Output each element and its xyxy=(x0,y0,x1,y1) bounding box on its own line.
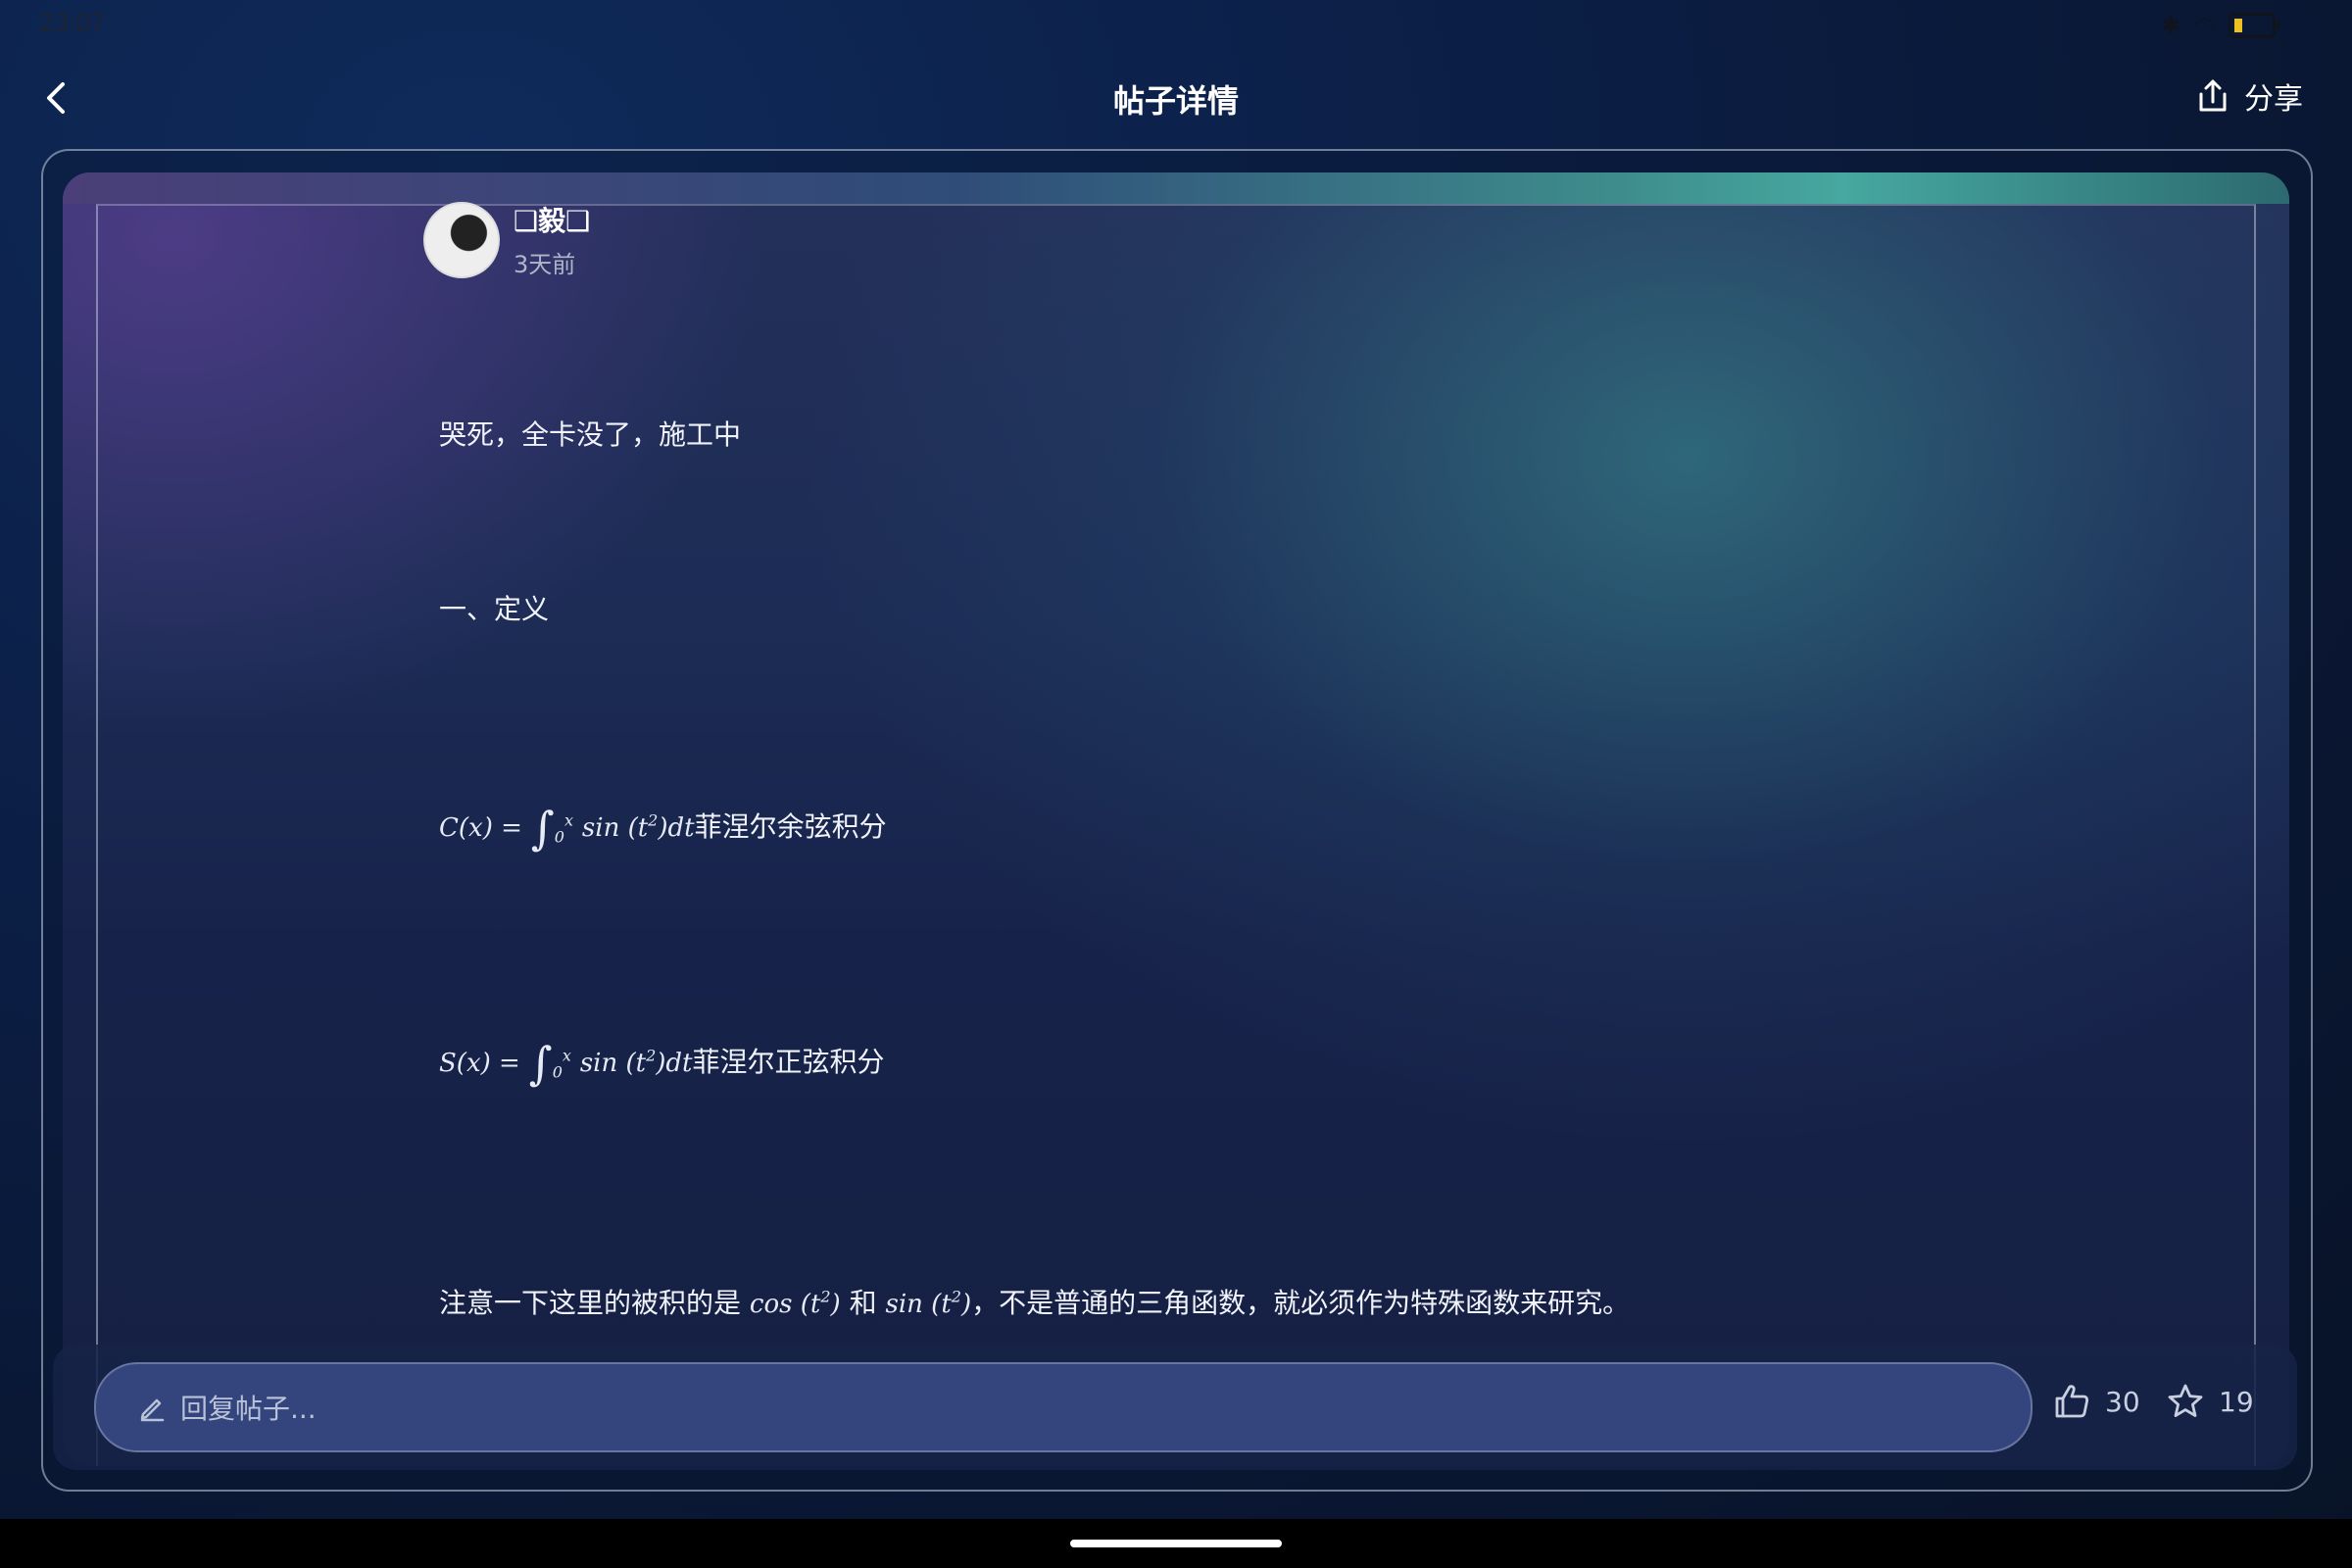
post-paragraph-intro: 哭死，全卡没了，施工中 xyxy=(439,418,742,451)
status-icons: ✱ ◠ xyxy=(2160,12,2280,39)
section-heading: 一、定义 xyxy=(439,593,550,625)
exponent: 2 xyxy=(646,1046,657,1065)
cos-exponent: 2 xyxy=(820,1287,831,1306)
sin-close: ) xyxy=(960,1290,972,1319)
formula-cosine: C(x) = ∫0x sin (t2)dt菲涅尔余弦积分 xyxy=(439,802,887,855)
integrand-close: )dt xyxy=(656,1049,693,1078)
avatar[interactable] xyxy=(423,201,500,278)
card-inner-border xyxy=(96,204,2256,1466)
sin-exponent: 2 xyxy=(951,1287,961,1306)
page-title: 帖子详情 xyxy=(1112,82,1239,120)
formula-c-lhs: C(x) = xyxy=(439,813,522,843)
thumbs-up-icon xyxy=(2055,1385,2089,1418)
home-indicator[interactable] xyxy=(1070,1540,1282,1547)
top-bar: 帖子详情 分享 xyxy=(0,61,2352,135)
sin-term: sin (t xyxy=(885,1290,952,1319)
favorite-button[interactable]: 19 xyxy=(2166,1382,2254,1421)
wifi-icon: ◠ xyxy=(2194,12,2215,39)
author-name[interactable]: ❑毅❑ xyxy=(514,200,590,239)
reply-input[interactable]: 回复帖子... xyxy=(94,1362,2033,1452)
status-time: 23:07 xyxy=(39,8,106,37)
post-card xyxy=(63,172,2289,1466)
like-button[interactable]: 30 xyxy=(2052,1382,2140,1421)
share-upload-icon xyxy=(2199,79,2227,112)
integral-sign: ∫ xyxy=(530,802,555,855)
formula-c-label: 菲涅尔余弦积分 xyxy=(694,810,887,843)
formula-sine: S(x) = ∫0x sin (t2)dt菲涅尔正弦积分 xyxy=(439,1037,885,1090)
exponent: 2 xyxy=(648,810,659,830)
post-paragraph-note: 注意一下这里的被积的是 cos (t2) 和 sin (t2)，不是普通的三角函… xyxy=(439,1282,1630,1321)
formula-s-label: 菲涅尔正弦积分 xyxy=(692,1046,885,1078)
cos-close: ) xyxy=(830,1290,841,1319)
note-and: 和 xyxy=(849,1287,877,1319)
like-count: 30 xyxy=(2105,1385,2140,1418)
integral-sign: ∫ xyxy=(528,1037,553,1090)
integrand: sin (t xyxy=(581,813,649,843)
note-suffix: ，不是普通的三角函数，就必须作为特殊函数来研究。 xyxy=(971,1287,1631,1319)
share-button[interactable]: 分享 xyxy=(2193,74,2303,118)
author-block: ❑毅❑ 3天前 xyxy=(423,200,590,279)
favorite-count: 19 xyxy=(2219,1385,2254,1418)
lower-limit: 0 xyxy=(554,827,564,847)
integrand: sin (t xyxy=(579,1049,647,1078)
battery-icon xyxy=(2229,13,2280,38)
lower-limit: 0 xyxy=(552,1062,563,1082)
bluetooth-icon: ✱ xyxy=(2160,12,2181,39)
status-bar: 23:07 ✱ ◠ xyxy=(0,0,2352,49)
share-label: 分享 xyxy=(2244,82,2303,117)
post-time: 3天前 xyxy=(514,251,576,278)
card-top-glow xyxy=(63,172,2289,204)
reply-placeholder: 回复帖子... xyxy=(180,1393,317,1425)
formula-s-lhs: S(x) = xyxy=(439,1049,520,1078)
upper-limit: x xyxy=(564,810,573,830)
star-icon xyxy=(2168,1384,2203,1417)
note-prefix: 注意一下这里的被积的是 xyxy=(439,1287,742,1319)
upper-limit: x xyxy=(562,1046,571,1065)
pencil-icon xyxy=(140,1398,165,1422)
cos-term: cos (t xyxy=(749,1290,821,1319)
integrand-close: )dt xyxy=(658,813,695,843)
